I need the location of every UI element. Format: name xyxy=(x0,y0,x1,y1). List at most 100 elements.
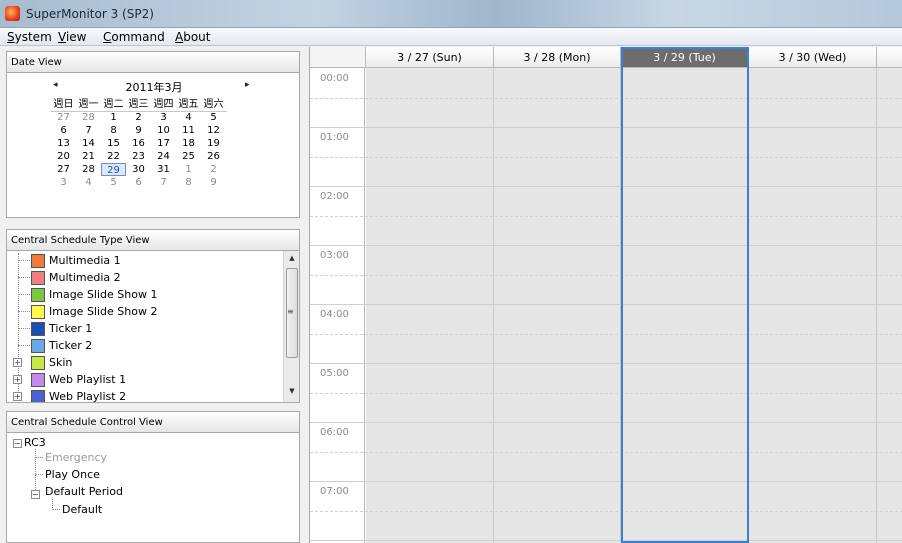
control-item-default[interactable]: Default xyxy=(62,503,102,516)
type-item-label: Image Slide Show 2 xyxy=(49,305,158,318)
scroll-down-icon[interactable]: ▼ xyxy=(284,387,299,401)
type-item-label: Ticker 2 xyxy=(49,339,93,352)
calendar-day[interactable]: 15 xyxy=(101,137,126,150)
type-view-scrollbar[interactable]: ▲ ≡ ▼ xyxy=(283,251,299,402)
calendar-day[interactable]: 30 xyxy=(126,163,151,176)
calendar-day[interactable]: 8 xyxy=(176,176,201,189)
day-column-wed[interactable] xyxy=(749,68,877,543)
type-item-label: Ticker 1 xyxy=(49,322,93,335)
calendar-day[interactable]: 2 xyxy=(201,163,226,176)
calendar-day[interactable]: 17 xyxy=(151,137,176,150)
collapse-icon[interactable]: − xyxy=(13,439,22,448)
calendar-day[interactable]: 2 xyxy=(126,111,151,124)
type-item-skin[interactable]: Skin xyxy=(31,355,72,370)
calendar-day[interactable]: 4 xyxy=(176,111,201,124)
control-item-play-once[interactable]: Play Once xyxy=(45,468,100,481)
calendar-day[interactable]: 31 xyxy=(151,163,176,176)
calendar-day[interactable]: 27 xyxy=(51,111,76,124)
calendar-day[interactable]: 24 xyxy=(151,150,176,163)
calendar-day[interactable]: 21 xyxy=(76,150,101,163)
control-view-header: Central Schedule Control View xyxy=(6,411,300,433)
calendar-day-selected[interactable]: 29 xyxy=(101,163,126,176)
tree-connector xyxy=(35,457,43,458)
tree-connector xyxy=(18,345,30,346)
calendar-day[interactable]: 23 xyxy=(126,150,151,163)
day-column-mon[interactable] xyxy=(494,68,621,543)
menu-system[interactable]: System xyxy=(7,30,52,44)
day-header-tue[interactable]: 3 / 29 (Tue) xyxy=(621,47,749,68)
calendar-day[interactable]: 14 xyxy=(76,137,101,150)
calendar-day[interactable]: 20 xyxy=(51,150,76,163)
calendar-day[interactable]: 7 xyxy=(76,124,101,137)
menu-command[interactable]: Command xyxy=(103,30,165,44)
type-item-ticker-1[interactable]: Ticker 1 xyxy=(31,321,92,336)
calendar-day[interactable]: 1 xyxy=(176,163,201,176)
day-column-sun[interactable] xyxy=(366,68,494,543)
type-item-label: Multimedia 2 xyxy=(49,271,121,284)
calendar-day[interactable]: 5 xyxy=(101,176,126,189)
calendar-day[interactable]: 3 xyxy=(51,176,76,189)
calendar-day[interactable]: 5 xyxy=(201,111,226,124)
calendar-day[interactable]: 8 xyxy=(101,124,126,137)
tree-connector xyxy=(18,294,30,295)
day-header-next[interactable] xyxy=(877,47,902,68)
hour-label: 06:00 xyxy=(320,427,349,438)
calendar-day[interactable]: 26 xyxy=(201,150,226,163)
calendar-day[interactable]: 28 xyxy=(76,111,101,124)
color-swatch xyxy=(31,321,45,336)
calendar-day[interactable]: 1 xyxy=(101,111,126,124)
calendar-day[interactable]: 12 xyxy=(201,124,226,137)
calendar-day[interactable]: 28 xyxy=(76,163,101,176)
calendar-day[interactable]: 18 xyxy=(176,137,201,150)
half-hour-line xyxy=(310,334,902,335)
calendar-day[interactable]: 4 xyxy=(76,176,101,189)
calendar-day[interactable]: 27 xyxy=(51,163,76,176)
calendar-day[interactable]: 16 xyxy=(126,137,151,150)
calendar-day[interactable]: 7 xyxy=(151,176,176,189)
type-item-ticker-2[interactable]: Ticker 2 xyxy=(31,338,92,353)
expand-icon[interactable]: + xyxy=(13,392,22,401)
calendar-week-row: 27 28 29 30 31 1 2 xyxy=(51,163,226,176)
calendar-week-row: 3 4 5 6 7 8 9 xyxy=(51,176,226,189)
hour-line xyxy=(310,540,902,541)
control-root-rc3[interactable]: RC3 xyxy=(24,436,46,449)
calendar-day[interactable]: 6 xyxy=(51,124,76,137)
calendar-day[interactable]: 13 xyxy=(51,137,76,150)
weekday-label: 週三 xyxy=(128,99,149,110)
control-item-default-period[interactable]: Default Period xyxy=(45,485,123,498)
calendar-day[interactable]: 9 xyxy=(201,176,226,189)
day-header-sun[interactable]: 3 / 27 (Sun) xyxy=(366,47,494,68)
title-bar: SuperMonitor 3 (SP2) xyxy=(0,0,902,28)
type-item-web-playlist-2[interactable]: Web Playlist 2 xyxy=(31,389,126,402)
calendar-day[interactable]: 6 xyxy=(126,176,151,189)
scroll-up-icon[interactable]: ▲ xyxy=(284,254,299,268)
collapse-icon[interactable]: − xyxy=(31,490,40,499)
day-column-tue[interactable] xyxy=(621,68,749,543)
hour-line xyxy=(310,245,902,246)
calendar-day[interactable]: 9 xyxy=(126,124,151,137)
calendar-day[interactable]: 19 xyxy=(201,137,226,150)
calendar-day[interactable]: 3 xyxy=(151,111,176,124)
tree-connector xyxy=(35,449,36,494)
menu-about[interactable]: About xyxy=(175,30,211,44)
expand-icon[interactable]: + xyxy=(13,358,22,367)
color-swatch xyxy=(31,287,45,302)
type-item-multimedia-2[interactable]: Multimedia 2 xyxy=(31,270,121,285)
type-item-image-slide-show-2[interactable]: Image Slide Show 2 xyxy=(31,304,157,319)
day-header-mon[interactable]: 3 / 28 (Mon) xyxy=(494,47,621,68)
control-item-emergency[interactable]: Emergency xyxy=(45,451,107,464)
type-item-image-slide-show-1[interactable]: Image Slide Show 1 xyxy=(31,287,157,302)
hour-label: 02:00 xyxy=(320,191,349,202)
next-month-icon[interactable]: ▸ xyxy=(245,80,250,90)
day-column-next[interactable] xyxy=(877,68,902,543)
calendar-day[interactable]: 10 xyxy=(151,124,176,137)
menu-view[interactable]: View xyxy=(58,30,86,44)
selected-day-highlight-top xyxy=(621,47,749,49)
calendar-day[interactable]: 25 xyxy=(176,150,201,163)
calendar-day[interactable]: 22 xyxy=(101,150,126,163)
expand-icon[interactable]: + xyxy=(13,375,22,384)
calendar-day[interactable]: 11 xyxy=(176,124,201,137)
day-header-wed[interactable]: 3 / 30 (Wed) xyxy=(749,47,877,68)
type-item-multimedia-1[interactable]: Multimedia 1 xyxy=(31,253,121,268)
type-item-web-playlist-1[interactable]: Web Playlist 1 xyxy=(31,372,126,387)
